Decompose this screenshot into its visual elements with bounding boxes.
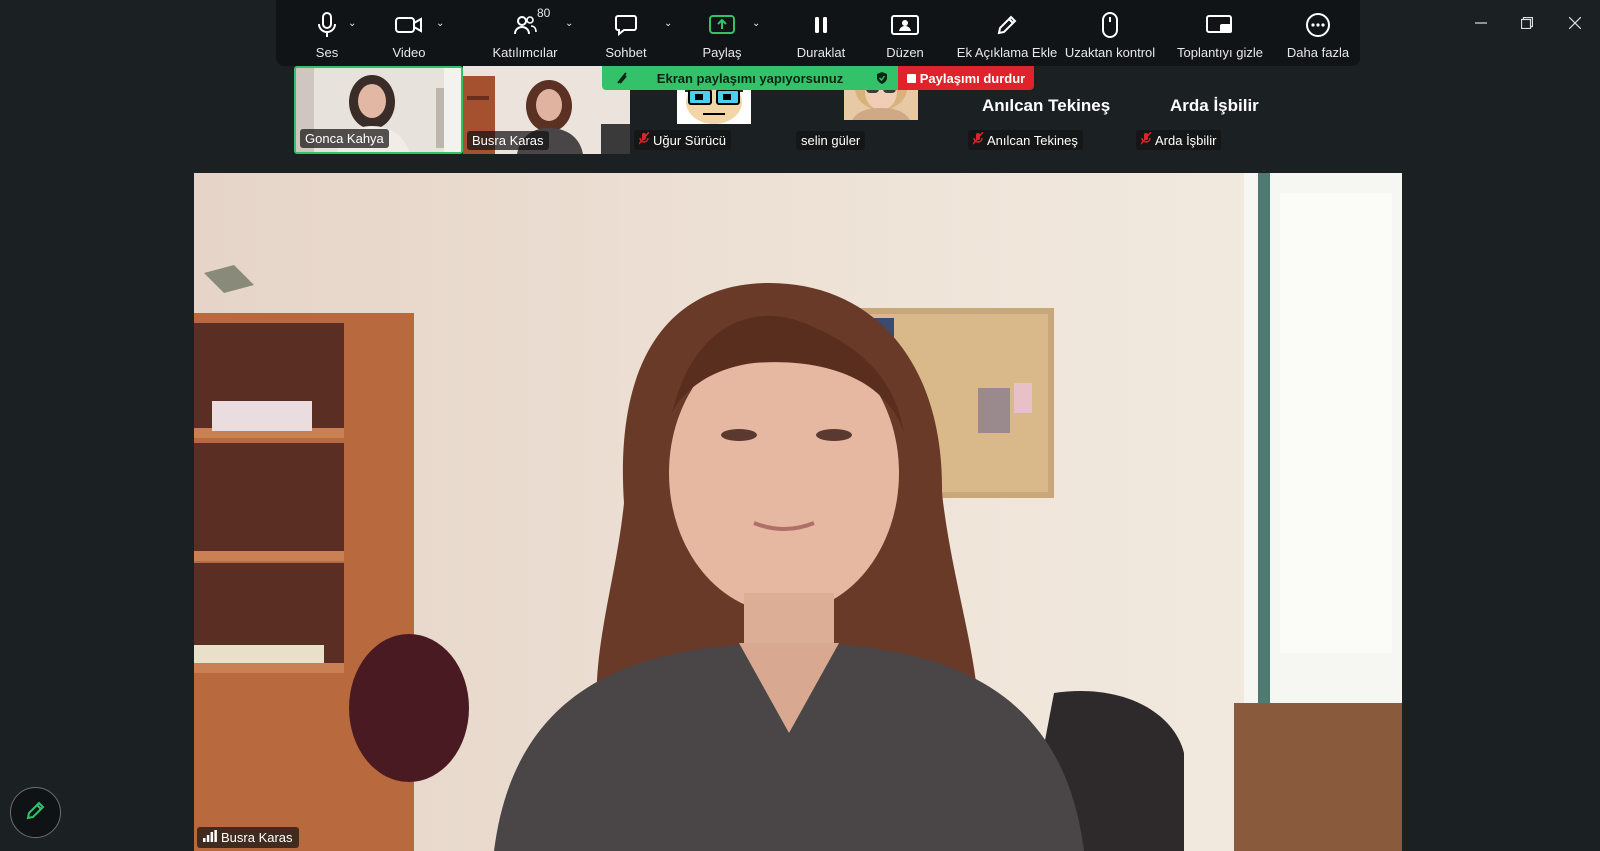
participant-tile[interactable]: Gonca Kahya	[294, 66, 463, 154]
video-label: Video	[392, 45, 426, 60]
layout-icon	[890, 12, 920, 38]
audio-options-chevron-icon[interactable]: ⌄	[348, 18, 356, 29]
annotate-label: Ek Açıklama Ekle	[956, 45, 1058, 60]
participant-name: Anılcan Tekineş	[987, 132, 1078, 148]
stop-sharing-label: Paylaşımı durdur	[919, 70, 1026, 86]
participant-name: Arda İşbilir	[1155, 132, 1217, 148]
meeting-toolbar: Ses ⌄ Video ⌄ Katılımcılar 80 ⌄ Sohbet ⌄	[276, 0, 1360, 66]
microphone-icon	[312, 12, 342, 38]
layout-button[interactable]: Düzen	[870, 0, 940, 66]
audio-label: Ses	[315, 45, 339, 60]
participant-name-tag: Arda İşbilir	[1136, 130, 1222, 150]
pause-share-button[interactable]: Duraklat	[786, 0, 856, 66]
muted-microphone-icon	[638, 131, 650, 148]
pause-label: Duraklat	[796, 45, 846, 60]
participant-name-tag: selin güler	[796, 131, 866, 150]
screen-sharing-text: Ekran paylaşımı yapıyorsunuz	[656, 70, 844, 86]
audio-button[interactable]: Ses	[302, 0, 352, 66]
layout-label: Düzen	[886, 45, 924, 60]
participants-options-chevron-icon[interactable]: ⌄	[565, 18, 573, 29]
remote-control-label: Uzaktan kontrol	[1064, 45, 1156, 60]
share-options-chevron-icon[interactable]: ⌄	[752, 18, 760, 29]
participant-name-tag: Uğur Sürücü	[634, 130, 731, 150]
participant-name: selin güler	[801, 133, 861, 148]
zoom-meeting-window: Ses ⌄ Video ⌄ Katılımcılar 80 ⌄ Sohbet ⌄	[0, 0, 1600, 851]
minimize-icon[interactable]	[1466, 10, 1496, 36]
mouse-icon	[1095, 12, 1125, 38]
participant-name: Gonca Kahya	[305, 131, 384, 146]
hide-meeting-icon	[1205, 12, 1235, 38]
participants-count: 80	[537, 6, 551, 20]
video-options-chevron-icon[interactable]: ⌄	[436, 18, 444, 29]
chat-label: Sohbet	[605, 45, 647, 60]
stop-sharing-button[interactable]: Paylaşımı durdur	[898, 66, 1034, 90]
participant-name-tag: Gonca Kahya	[300, 129, 389, 148]
drag-handle-icon[interactable]	[616, 71, 628, 88]
participant-name: Uğur Sürücü	[653, 132, 726, 148]
floating-annotate-button[interactable]	[10, 787, 61, 838]
share-screen-icon	[707, 12, 737, 38]
participant-name-tag: Busra Karas	[467, 131, 549, 150]
remote-control-button[interactable]: Uzaktan kontrol	[1062, 0, 1158, 66]
participant-display-name: Arda İşbilir	[1170, 96, 1259, 115]
participant-tile[interactable]: Arda İşbilir Arda İşbilir	[1128, 66, 1294, 154]
speaker-video-frame	[194, 173, 1402, 851]
shield-icon[interactable]	[876, 71, 888, 88]
screen-sharing-banner[interactable]: Ekran paylaşımı yapıyorsunuz	[602, 66, 898, 90]
close-icon[interactable]	[1560, 10, 1590, 36]
participants-label: Katılımcılar	[492, 45, 558, 60]
stop-square-icon	[906, 73, 916, 83]
annotate-button[interactable]: Ek Açıklama Ekle	[952, 0, 1062, 66]
muted-microphone-icon	[972, 131, 984, 148]
pencil-icon	[25, 799, 47, 826]
video-camera-icon	[394, 12, 424, 38]
video-button[interactable]: Video	[384, 0, 434, 66]
more-icon	[1303, 12, 1333, 38]
speaker-name: Busra Karas	[221, 830, 293, 845]
share-screen-button[interactable]: Paylaş	[692, 0, 752, 66]
participants-button[interactable]: Katılımcılar	[482, 0, 568, 66]
speaker-name-tag: Busra Karas	[197, 827, 299, 848]
active-speaker-video[interactable]: Busra Karas	[194, 173, 1402, 851]
more-button[interactable]: Daha fazla	[1280, 0, 1356, 66]
more-label: Daha fazla	[1286, 45, 1350, 60]
hide-meeting-label: Toplantıyı gizle	[1177, 45, 1263, 60]
chat-options-chevron-icon[interactable]: ⌄	[664, 18, 672, 29]
pause-icon	[806, 12, 836, 38]
share-screen-label: Paylaş	[702, 45, 742, 60]
participant-display-name: Anılcan Tekineş	[982, 96, 1111, 115]
participant-name-tag: Anılcan Tekineş	[968, 130, 1083, 150]
chat-icon	[611, 12, 641, 38]
hide-meeting-button[interactable]: Toplantıyı gizle	[1168, 0, 1272, 66]
restore-icon[interactable]	[1512, 10, 1542, 36]
annotate-pen-icon	[992, 12, 1022, 38]
signal-strength-icon	[203, 830, 217, 845]
chat-button[interactable]: Sohbet	[596, 0, 656, 66]
participant-name: Busra Karas	[472, 133, 544, 148]
muted-microphone-icon	[1140, 131, 1152, 148]
participants-icon	[510, 12, 540, 38]
